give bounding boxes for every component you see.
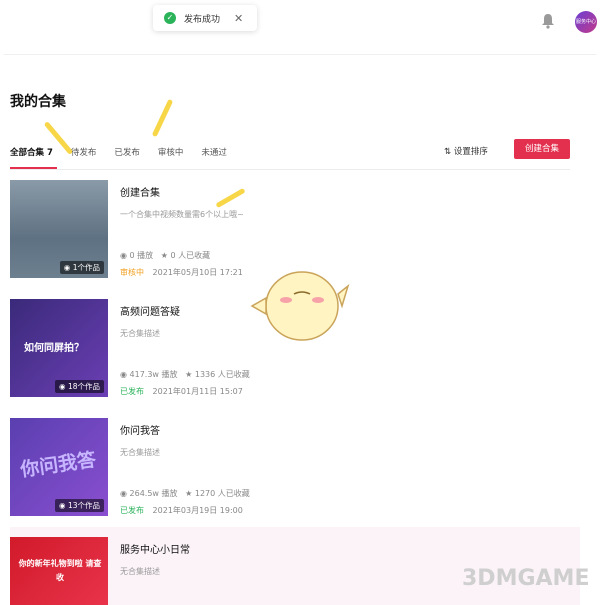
collection-name[interactable]: 你问我答	[120, 422, 160, 437]
tab-bar: 全部合集 7 待发布 已发布 审核中 未通过	[10, 146, 245, 158]
status-badge: 已发布	[120, 506, 144, 515]
timestamp: 2021年03月19日 19:00	[152, 506, 243, 515]
tab-pending[interactable]: 待发布	[71, 146, 97, 158]
cover-text: 如何同屏拍？	[24, 343, 84, 354]
tab-published[interactable]: 已发布	[114, 146, 140, 158]
collection-name[interactable]: 高频问题答疑	[120, 303, 180, 318]
avatar[interactable]: 服务中心	[575, 11, 597, 33]
create-collection-button[interactable]: 创建合集	[514, 139, 570, 159]
timestamp: 2021年05月10日 17:21	[152, 268, 243, 277]
play-count: ◉ 0 播放	[120, 251, 154, 260]
collection-cover[interactable]: ◉ 1个作品	[10, 180, 108, 278]
mascot-sticker-icon	[250, 271, 350, 341]
timestamp: 2021年01月11日 15:07	[152, 387, 243, 396]
tab-all[interactable]: 全部合集 7	[10, 146, 53, 158]
collection-name[interactable]: 服务中心小日常	[120, 541, 190, 556]
favorite-count: ★ 1336 人已收藏	[185, 370, 250, 379]
collection-cover[interactable]: 你问我答 ◉ 13个作品	[10, 418, 108, 516]
page-title: 我的合集	[10, 94, 66, 110]
bell-icon[interactable]	[541, 13, 555, 29]
work-count: ◉ 1个作品	[59, 261, 104, 274]
success-toast: ✓ 发布成功 ✕	[153, 5, 257, 31]
collection-stats: ◉ 417.3w 播放 ★ 1336 人已收藏	[120, 369, 250, 380]
collection-desc: 无合集描述	[120, 448, 160, 457]
check-icon: ✓	[164, 12, 176, 24]
favorite-count: ★ 1270 人已收藏	[185, 489, 250, 498]
work-count: ◉ 18个作品	[55, 380, 104, 393]
status-badge: 已发布	[120, 387, 144, 396]
cover-text: 你的新年礼物到啦 请查收	[18, 559, 102, 582]
cover-text: 你问我答	[19, 448, 98, 482]
list-item[interactable]: 你问我答 ◉ 13个作品 你问我答 无合集描述 ◉ 264.5w 播放 ★ 12…	[10, 418, 580, 518]
top-bar: ✓ 发布成功 ✕ 服务中心	[0, 0, 601, 46]
collection-desc: 无合集描述	[120, 567, 160, 576]
collection-desc: 一个合集中视频数量需6个以上哦~	[120, 210, 244, 219]
collection-meta: 已发布 2021年01月11日 15:07	[120, 386, 243, 397]
play-count: ◉ 264.5w 播放	[120, 489, 178, 498]
favorite-count: ★ 0 人已收藏	[160, 251, 211, 260]
collection-cover[interactable]: 如何同屏拍？ ◉ 18个作品	[10, 299, 108, 397]
status-badge: 审核中	[120, 268, 144, 277]
collection-meta: 审核中 2021年05月10日 17:21	[120, 267, 243, 278]
collection-desc: 无合集描述	[120, 329, 160, 338]
collection-stats: ◉ 0 播放 ★ 0 人已收藏	[120, 250, 210, 261]
work-count: ◉ 13个作品	[55, 499, 104, 512]
close-icon[interactable]: ✕	[234, 12, 243, 25]
divider	[10, 169, 570, 170]
toast-message: 发布成功	[184, 14, 221, 25]
tab-rejected[interactable]: 未通过	[201, 146, 227, 158]
play-count: ◉ 417.3w 播放	[120, 370, 178, 379]
watermark: 3DMGAME	[462, 566, 590, 591]
collection-cover[interactable]: 你的新年礼物到啦 请查收	[10, 537, 108, 605]
sort-button[interactable]: ⇅ 设置排序	[444, 145, 488, 157]
collection-meta: 已发布 2021年03月19日 19:00	[120, 505, 243, 516]
collection-stats: ◉ 264.5w 播放 ★ 1270 人已收藏	[120, 488, 250, 499]
tab-reviewing[interactable]: 审核中	[158, 146, 184, 158]
